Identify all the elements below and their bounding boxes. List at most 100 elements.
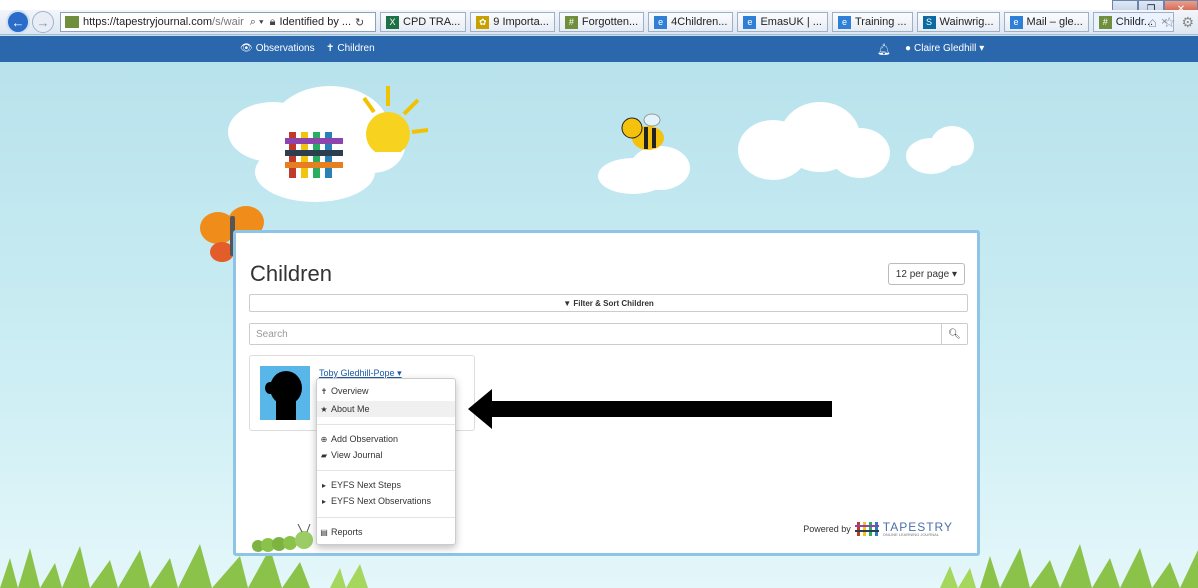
child-icon: ✝ — [326, 43, 335, 54]
address-bar[interactable]: https://tapestryjournal.com/s/wair ⌕ ▾ 🔒… — [60, 12, 376, 32]
menu-item-label: View Journal — [331, 450, 383, 460]
tapestry-icon: # — [564, 15, 578, 29]
caret-down-icon: ▾ — [949, 268, 957, 280]
tapestry-small-logo — [854, 522, 879, 536]
window-titlebar — [0, 0, 1198, 10]
search-bar: 🔍︎ — [249, 323, 968, 345]
per-page-dropdown[interactable]: 12 per page ▾ — [887, 263, 965, 285]
menu-item-label: EYFS Next Steps — [331, 480, 402, 490]
annotation-arrow-icon — [468, 389, 832, 429]
reports-icon: ▤ — [320, 527, 328, 537]
caret-down-icon: ▾ — [397, 368, 402, 378]
star-icon: ★ — [320, 404, 328, 414]
tapestry-brand-sub: ONLINE LEARNING JOURNAL — [882, 532, 939, 537]
tab-label: 4Children... — [671, 16, 728, 28]
child-avatar[interactable] — [260, 366, 310, 420]
page-title: Children — [250, 261, 332, 286]
favorites-icon[interactable]: ☆ — [1163, 14, 1176, 31]
per-page-label: 12 per page — [895, 268, 950, 280]
user-name: Claire Gledhill — [914, 43, 977, 54]
flower-icon: ✿ — [476, 15, 490, 29]
browser-tab[interactable]: e Mail – gle... — [1003, 12, 1089, 32]
ie-icon: e — [837, 15, 851, 29]
powered-by: Powered by TAPESTRY ONLINE LEARNING JOUR… — [803, 521, 953, 537]
silhouette-icon — [265, 371, 302, 420]
lock-icon[interactable]: 🔒︎ — [270, 16, 276, 29]
site-favicon — [65, 16, 79, 28]
browser-tools: ⌂ ☆ ⚙ — [1148, 14, 1194, 31]
ie-icon: e — [1009, 15, 1023, 29]
child-dropdown-menu: ✝ Overview ★ About Me ⊕ Add Observation ▰ Vi… — [316, 378, 456, 545]
user-icon: ● — [905, 43, 912, 54]
menu-item-add-observation[interactable]: ⊕ Add Observation — [317, 431, 455, 447]
menu-item-about-me[interactable]: ★ About Me — [317, 401, 455, 417]
step-icon: ▸ — [321, 496, 326, 506]
nav-children[interactable]: ✝ Children — [326, 43, 375, 54]
filter-sort-button[interactable]: ▼ Filter & Sort Children — [249, 294, 968, 312]
settings-icon[interactable]: ⚙ — [1181, 14, 1194, 31]
menu-divider — [317, 517, 455, 518]
search-input[interactable] — [250, 324, 941, 344]
browser-tab[interactable]: ✿ 9 Importa... — [470, 12, 555, 32]
browser-tab[interactable]: e 4Children... — [648, 12, 734, 32]
tab-label: 9 Importa... — [493, 16, 549, 28]
browser-tab[interactable]: # Forgotten... — [558, 12, 645, 32]
tab-label: EmasUK | ... — [760, 16, 822, 28]
tapestry-logo — [285, 132, 343, 178]
powered-by-label: Powered by — [803, 524, 851, 534]
filter-icon: ▼ — [563, 298, 574, 308]
plus-circle-icon: ⊕ — [320, 434, 328, 444]
menu-item-label: Overview — [331, 386, 369, 396]
menu-item-label: About Me — [331, 404, 370, 414]
tab-label: Mail – gle... — [1026, 16, 1083, 28]
app-navbar: 👁︎ Observations ✝ Children 🔔︎ ● Claire G… — [0, 36, 1198, 62]
menu-item-overview[interactable]: ✝ Overview — [317, 383, 455, 399]
menu-item-label: Add Observation — [331, 434, 399, 444]
identity-label[interactable]: Identified by ... — [280, 16, 352, 28]
home-icon[interactable]: ⌂ — [1148, 14, 1156, 31]
tab-strip: X CPD TRA... ✿ 9 Importa... # Forgotten... e 4C… — [376, 12, 1174, 32]
book-icon: ▰ — [320, 450, 328, 460]
caterpillar-icon — [252, 524, 313, 552]
tab-label: CPD TRA... — [403, 16, 461, 28]
ie-icon: e — [654, 15, 668, 29]
browser-tab[interactable]: S Wainwrig... — [916, 12, 1000, 32]
browser-tab[interactable]: X CPD TRA... — [380, 12, 467, 32]
menu-item-view-journal[interactable]: ▰ View Journal — [317, 447, 455, 463]
browser-tab[interactable]: e Training ... — [831, 12, 913, 32]
filter-sort-label: Filter & Sort Children — [573, 298, 654, 308]
menu-item-eyfs-next-steps[interactable]: ▸ EYFS Next Steps — [317, 477, 455, 493]
menu-item-label: Reports — [331, 527, 363, 537]
tapestry-icon: # — [1098, 15, 1112, 29]
menu-item-reports[interactable]: ▤ Reports — [317, 524, 455, 540]
excel-icon: X — [386, 15, 399, 29]
nav-observations-label: Observations — [255, 43, 315, 54]
forward-button[interactable]: → — [32, 11, 54, 33]
menu-divider — [317, 424, 455, 425]
sun-icon — [362, 86, 429, 152]
bell-icon[interactable]: 🔔︎ — [877, 43, 891, 56]
child-name: Toby Gledhill-Pope — [319, 368, 395, 378]
nav-children-label: Children — [337, 43, 375, 54]
search-button[interactable]: 🔍︎ — [941, 324, 967, 344]
refresh-icon[interactable]: ↻ — [355, 16, 364, 29]
url-text: https://tapestryjournal.com/s/wair — [83, 16, 244, 28]
search-icon: 🔍︎ — [948, 328, 961, 340]
child-icon: ✝ — [320, 386, 328, 396]
menu-divider — [317, 470, 455, 471]
caret-down-icon: ▾ — [979, 43, 985, 54]
bee-icon — [621, 113, 664, 150]
back-button[interactable]: ← — [6, 10, 30, 34]
browser-toolbar: ← → https://tapestryjournal.com/s/wair ⌕… — [0, 10, 1198, 35]
eye-icon: 👁︎ — [240, 43, 253, 54]
nav-observations[interactable]: 👁︎ Observations — [240, 43, 315, 54]
ie-icon: e — [743, 15, 757, 29]
user-menu[interactable]: ● Claire Gledhill ▾ — [905, 43, 984, 54]
sharepoint-icon: S — [922, 15, 936, 29]
tab-label: Training ... — [854, 16, 907, 28]
step-icon: ▸ — [321, 480, 326, 490]
browser-tab[interactable]: e EmasUK | ... — [737, 12, 828, 32]
tab-label: Wainwrig... — [939, 16, 994, 28]
menu-item-eyfs-next-observations[interactable]: ▸ EYFS Next Observations — [317, 493, 455, 509]
search-icon[interactable]: ⌕ ▾ — [250, 16, 264, 29]
